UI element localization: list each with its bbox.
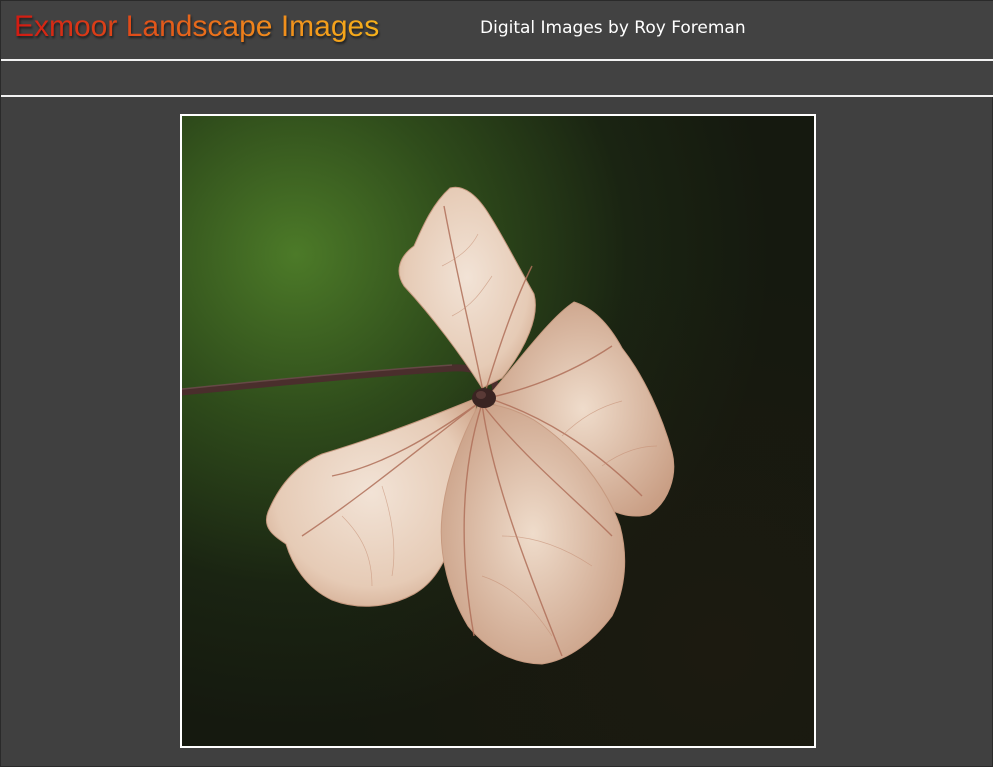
site-header: Exmoor Landscape Images Digital Images b…: [1, 1, 993, 59]
nav-divider: [1, 95, 993, 97]
dried-leaf-photo: [182, 116, 814, 746]
site-subtitle: Digital Images by Roy Foreman: [480, 18, 746, 38]
navigation-bar: [1, 61, 993, 95]
site-title[interactable]: Exmoor Landscape Images: [14, 8, 379, 46]
featured-photo[interactable]: [180, 114, 816, 748]
